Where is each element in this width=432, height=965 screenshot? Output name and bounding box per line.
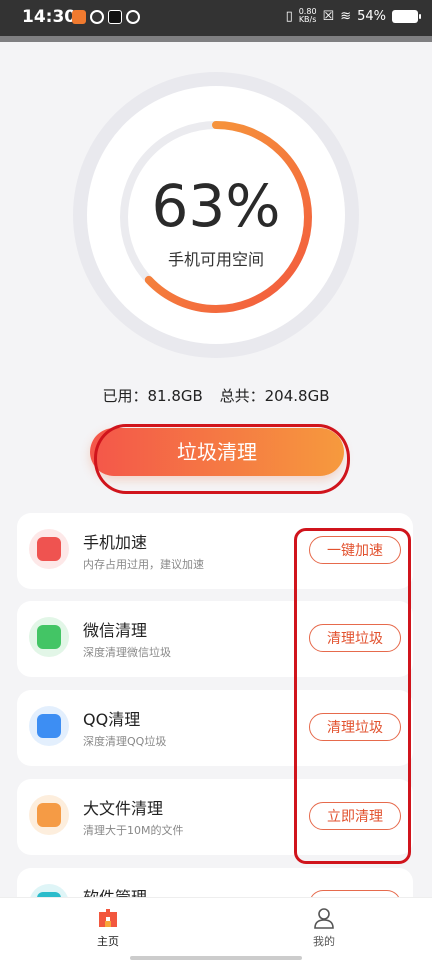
highlight-annotation-main [94,424,350,494]
user-icon [314,908,334,929]
nav-me[interactable]: 我的 [284,906,364,949]
feature-title: 手机加速 [83,533,148,552]
app-notification-icon [72,10,86,24]
status-time: 14:30 [22,7,77,27]
status-right: ▯ 0.80 KB/s ☒ ≋ 54% [285,8,421,24]
feature-title: 微信清理 [83,621,148,640]
net-speed-unit: KB/s [298,15,317,24]
net-speed: 0.80 KB/s [299,8,317,24]
nav-home[interactable]: 主页 [68,906,148,949]
available-space-label: 手机可用空间 [167,250,264,269]
feature-subtitle: 深度清理微信垃圾 [83,646,171,659]
highlight-annotation-actions [294,528,411,864]
nav-me-label: 我的 [313,935,335,948]
status-bar: 14:30 ▯ 0.80 KB/s ☒ ≋ 54% [0,0,432,36]
bottom-nav: 主页 我的 [0,897,432,965]
nav-home-label: 主页 [97,935,119,948]
link-icon [126,10,140,24]
sim-off-icon: ☒ [322,8,335,24]
feature-subtitle: 深度清理QQ垃圾 [83,735,167,748]
qq-icon [37,714,61,738]
battery-text: 54% [357,8,386,24]
available-percent: 63% [151,172,281,240]
feature-title: QQ清理 [83,710,141,729]
storage-used: 已用：81.8GB [102,387,203,405]
gesture-bar [130,956,302,960]
feature-title: 大文件清理 [83,799,164,818]
folder-icon [37,803,61,827]
battery-icon [392,9,421,23]
feature-subtitle: 清理大于10M的文件 [83,824,184,837]
rocket-icon [37,537,61,561]
storage-summary: 已用：81.8GB 总共：204.8GB [0,385,432,406]
tiktok-icon [108,10,122,24]
wifi-icon: ≋ [340,8,352,24]
home-icon [99,909,117,927]
vibrate-icon: ▯ [285,8,293,24]
wechat-icon [37,625,61,649]
notification-icons [72,10,140,24]
feature-subtitle: 内存占用过用，建议加速 [83,558,204,571]
storage-total: 总共：204.8GB [219,387,330,405]
fan-icon [90,10,104,24]
